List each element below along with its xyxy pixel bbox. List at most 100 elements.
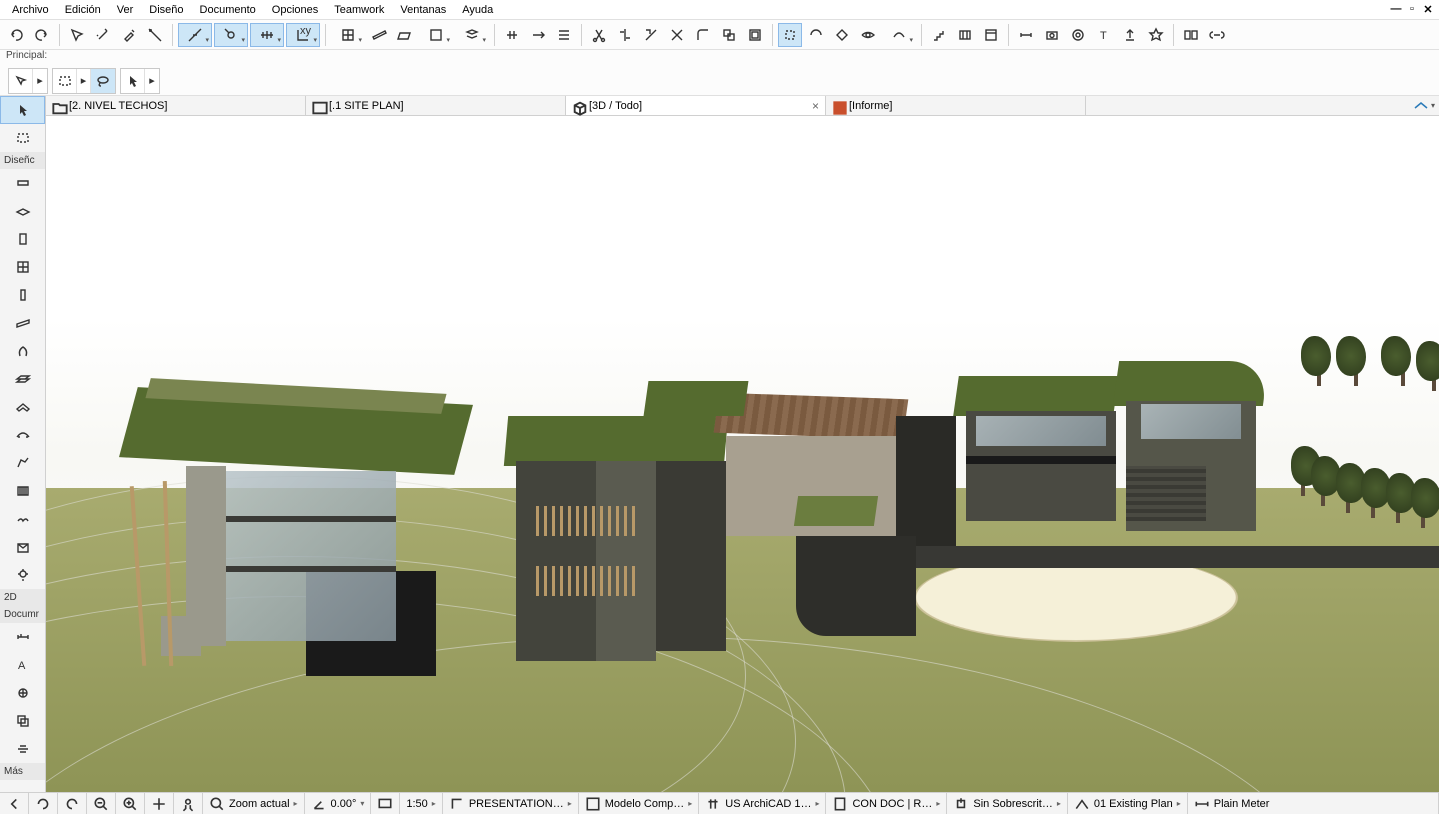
- resize-button[interactable]: [717, 23, 741, 47]
- status-presentation[interactable]: PRESENTATION…▸: [443, 793, 579, 814]
- arrow-mode-button[interactable]: [9, 69, 33, 93]
- menu-edicion[interactable]: Edición: [57, 2, 109, 18]
- snap-xy-button[interactable]: xy: [286, 23, 320, 47]
- ruler-button[interactable]: [367, 23, 391, 47]
- status-modelo[interactable]: Modelo Comp…▸: [579, 793, 700, 814]
- suspend-button[interactable]: [778, 23, 802, 47]
- text-button[interactable]: T: [1092, 23, 1116, 47]
- roof-tool[interactable]: [0, 393, 45, 421]
- snap-grid-button[interactable]: [250, 23, 284, 47]
- column-tool[interactable]: [0, 281, 45, 309]
- text-tool[interactable]: A: [0, 651, 45, 679]
- history-redo-button[interactable]: [58, 793, 87, 814]
- nav-back-button[interactable]: [0, 793, 29, 814]
- select-tool-button[interactable]: [65, 23, 89, 47]
- menu-diseno[interactable]: Diseño: [141, 2, 191, 18]
- compare-button[interactable]: [1179, 23, 1203, 47]
- fill-tool[interactable]: [0, 707, 45, 735]
- status-condoc[interactable]: CON DOC | R…▸: [826, 793, 947, 814]
- orbit-button[interactable]: [174, 793, 203, 814]
- snap-guide-button[interactable]: [178, 23, 212, 47]
- status-existing-plan[interactable]: 01 Existing Plan▸: [1068, 793, 1188, 814]
- tab-informe[interactable]: [Informe]: [826, 96, 1086, 115]
- menu-documento[interactable]: Documento: [192, 2, 264, 18]
- lasso-button[interactable]: [91, 69, 115, 93]
- menu-ver[interactable]: Ver: [109, 2, 142, 18]
- stairs-button[interactable]: [927, 23, 951, 47]
- dimension-tool[interactable]: [0, 623, 45, 651]
- star-button[interactable]: [1144, 23, 1168, 47]
- cut-button[interactable]: [587, 23, 611, 47]
- curtain-tool[interactable]: [0, 477, 45, 505]
- eyedropper-button[interactable]: [117, 23, 141, 47]
- dim-button[interactable]: [1014, 23, 1038, 47]
- arrow-tool[interactable]: [0, 96, 45, 124]
- wall-tool[interactable]: [0, 169, 45, 197]
- shell-tool[interactable]: [0, 421, 45, 449]
- arrow-mode-dropdown[interactable]: ▸: [33, 69, 47, 93]
- trim-button[interactable]: [500, 23, 524, 47]
- tab-site-plan[interactable]: [.1 SITE PLAN]: [306, 96, 566, 115]
- magic-wand-button[interactable]: [91, 23, 115, 47]
- grid-toggle-button[interactable]: [331, 23, 365, 47]
- status-archicad[interactable]: US ArchiCAD 1…▸: [699, 793, 826, 814]
- layer-button[interactable]: [455, 23, 489, 47]
- adjust-button[interactable]: [639, 23, 663, 47]
- status-dimension-style[interactable]: Plain Meter: [1188, 793, 1439, 814]
- zoom-in-button[interactable]: [116, 793, 145, 814]
- group-button[interactable]: [804, 23, 828, 47]
- intersect-button[interactable]: [665, 23, 689, 47]
- angle-dropdown[interactable]: 0.00°▾: [305, 793, 372, 814]
- tab-nivel-techos[interactable]: [2. NIVEL TECHOS]: [46, 96, 306, 115]
- render-button[interactable]: [1066, 23, 1090, 47]
- label-tool[interactable]: [0, 679, 45, 707]
- menu-teamwork[interactable]: Teamwork: [326, 2, 392, 18]
- publish-button[interactable]: [1118, 23, 1142, 47]
- object-tool[interactable]: [0, 337, 45, 365]
- status-overwrite[interactable]: Sin Sobrescrit…▸: [947, 793, 1068, 814]
- zoneobj-tool[interactable]: [0, 533, 45, 561]
- pan-button[interactable]: [145, 793, 174, 814]
- align-button[interactable]: [552, 23, 576, 47]
- library-button[interactable]: [953, 23, 977, 47]
- menu-archivo[interactable]: Archivo: [4, 2, 57, 18]
- section-button[interactable]: [419, 23, 453, 47]
- link-button[interactable]: [1205, 23, 1229, 47]
- viewport-3d[interactable]: [46, 116, 1439, 792]
- window-tool[interactable]: [0, 253, 45, 281]
- marquee-button[interactable]: [53, 69, 77, 93]
- scale-dropdown[interactable]: 1:50▸: [400, 793, 442, 814]
- screen-button[interactable]: [371, 793, 400, 814]
- fillet-button[interactable]: [691, 23, 715, 47]
- beam-tool[interactable]: [0, 309, 45, 337]
- view-options-button[interactable]: ▾: [1409, 96, 1439, 115]
- morph-tool[interactable]: [0, 449, 45, 477]
- offset-button[interactable]: [743, 23, 767, 47]
- marquee-dropdown[interactable]: ▸: [77, 69, 91, 93]
- snap-point-button[interactable]: [214, 23, 248, 47]
- zoom-out-button[interactable]: [87, 793, 116, 814]
- menu-ventanas[interactable]: Ventanas: [392, 2, 454, 18]
- tab-close-icon[interactable]: ×: [812, 99, 819, 113]
- favorites-button[interactable]: [979, 23, 1003, 47]
- maximize-icon[interactable]: ▫: [1405, 3, 1419, 16]
- show-button[interactable]: [856, 23, 880, 47]
- stair-tool[interactable]: [0, 365, 45, 393]
- undo-button[interactable]: [4, 23, 28, 47]
- cursor-dropdown[interactable]: ▸: [145, 69, 159, 93]
- line-tool[interactable]: [0, 735, 45, 763]
- zoom-dropdown[interactable]: Zoom actual▸: [203, 793, 305, 814]
- mesh-tool[interactable]: [0, 505, 45, 533]
- camera-button[interactable]: [1040, 23, 1064, 47]
- redo-button[interactable]: [30, 23, 54, 47]
- split-button[interactable]: [613, 23, 637, 47]
- close-icon[interactable]: ✕: [1421, 3, 1435, 16]
- marquee-tool[interactable]: [0, 124, 45, 152]
- cursor-button[interactable]: [121, 69, 145, 93]
- extend-button[interactable]: [526, 23, 550, 47]
- menu-ayuda[interactable]: Ayuda: [454, 2, 501, 18]
- menu-opciones[interactable]: Opciones: [264, 2, 326, 18]
- edit-button[interactable]: [830, 23, 854, 47]
- lamp-tool[interactable]: [0, 561, 45, 589]
- plane-button[interactable]: [393, 23, 417, 47]
